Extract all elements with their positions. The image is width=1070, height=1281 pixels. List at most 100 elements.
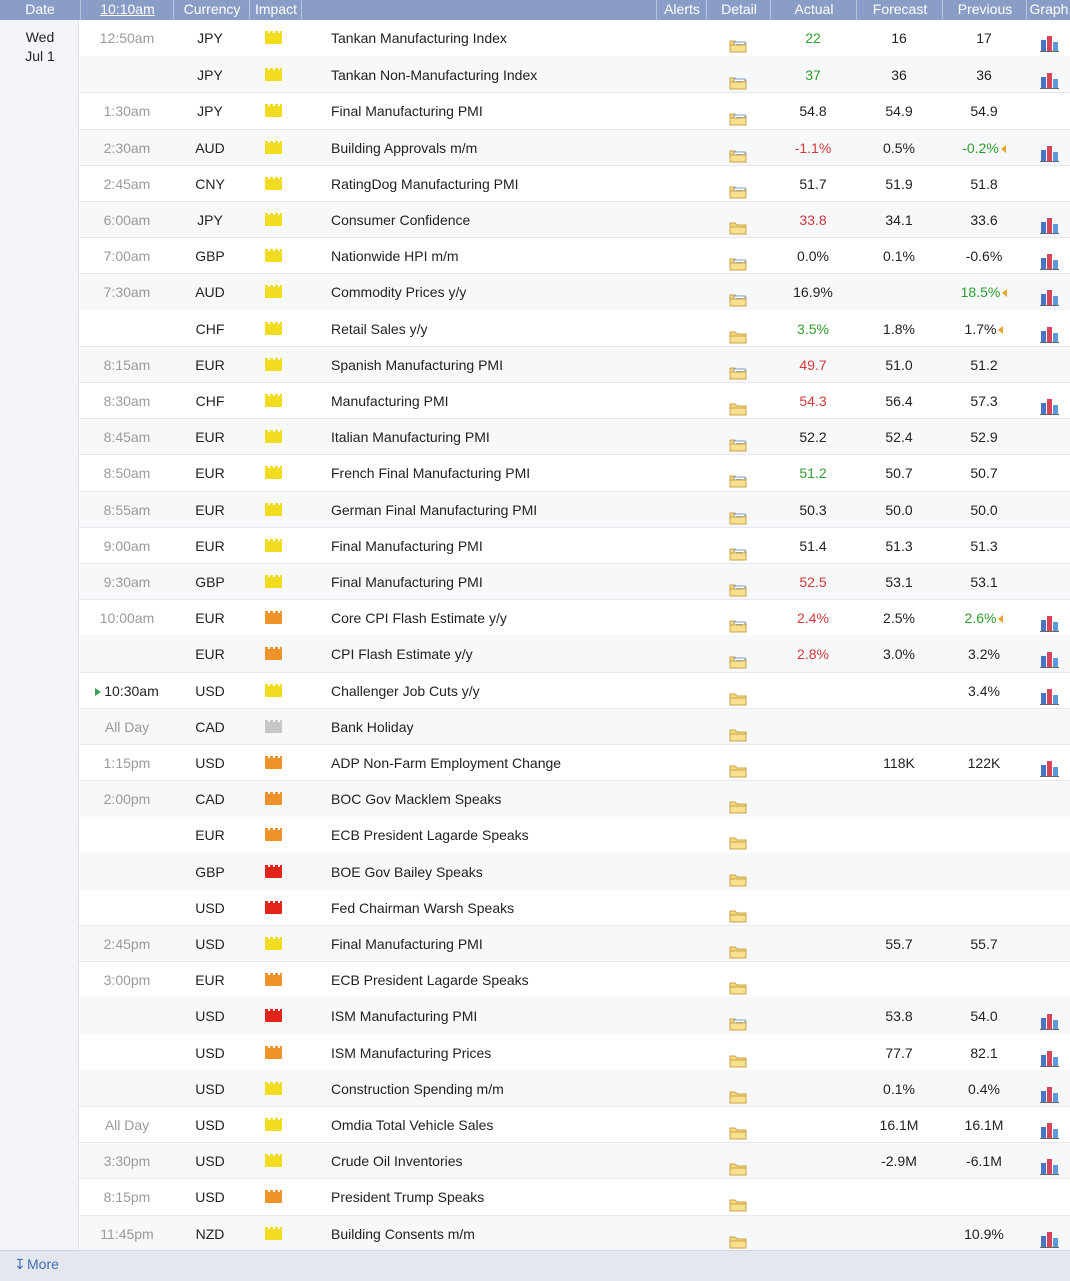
table-row[interactable]: 7:00am GBP Nationwide HPI m/m 0.0% 0.1% -0.6% — [79, 237, 1070, 274]
table-row[interactable]: CHF Retail Sales y/y 3.5% 1.8% 1.7% — [79, 310, 1070, 347]
more-link[interactable]: ↧More — [14, 1256, 59, 1273]
event-title[interactable]: Tankan Non-Manufacturing Index — [331, 57, 711, 93]
event-title[interactable]: Building Approvals m/m — [331, 130, 711, 166]
bar-chart-icon[interactable] — [1039, 247, 1059, 271]
event-title[interactable]: Final Manufacturing PMI — [331, 528, 711, 564]
bar-chart-icon[interactable] — [1039, 645, 1059, 669]
bar-chart-icon[interactable] — [1039, 1116, 1059, 1139]
header-detail[interactable]: Detail — [706, 0, 771, 20]
event-title[interactable]: ECB President Lagarde Speaks — [331, 817, 711, 853]
table-row[interactable]: EUR ECB President Lagarde Speaks — [79, 816, 1070, 853]
event-title[interactable]: French Final Manufacturing PMI — [331, 455, 711, 491]
folder-icon[interactable] — [729, 393, 747, 416]
table-row[interactable]: 8:45am EUR Italian Manufacturing PMI 52.2 52… — [79, 418, 1070, 456]
header-actual[interactable]: Actual — [770, 0, 857, 20]
table-row[interactable]: 1:30am JPY Final Manufacturing PMI 54.8 54.9… — [79, 92, 1070, 129]
folder-detail-icon[interactable] — [729, 67, 747, 90]
event-title[interactable]: ISM Manufacturing Prices — [331, 1035, 711, 1071]
event-title[interactable]: Nationwide HPI m/m — [331, 238, 711, 274]
event-title[interactable]: Retail Sales y/y — [331, 311, 711, 347]
folder-icon[interactable] — [729, 972, 747, 995]
bar-chart-icon[interactable] — [1039, 283, 1059, 307]
bar-chart-icon[interactable] — [1039, 66, 1059, 90]
table-row[interactable]: 2:00pm CAD BOC Gov Macklem Speaks — [79, 780, 1070, 818]
folder-detail-icon[interactable] — [729, 1008, 747, 1031]
folder-detail-icon[interactable] — [729, 103, 747, 126]
table-row[interactable]: 9:00am EUR Final Manufacturing PMI 51.4 51.3… — [79, 526, 1070, 564]
folder-icon[interactable] — [729, 1189, 747, 1212]
event-title[interactable]: Final Manufacturing PMI — [331, 564, 711, 600]
folder-detail-icon[interactable] — [729, 429, 747, 452]
table-row[interactable]: 10:00am EUR Core CPI Flash Estimate y/y 2.4… — [79, 599, 1070, 636]
folder-detail-icon[interactable] — [729, 502, 747, 525]
bar-chart-icon[interactable] — [1039, 1225, 1059, 1248]
bar-chart-icon[interactable] — [1039, 320, 1059, 343]
header-graph[interactable]: Graph — [1026, 0, 1070, 20]
table-row[interactable]: GBP BOE Gov Bailey Speaks — [79, 852, 1070, 890]
folder-icon[interactable] — [729, 1226, 747, 1249]
bar-chart-icon[interactable] — [1039, 609, 1059, 633]
table-row[interactable]: 8:15pm USD President Trump Speaks — [79, 1178, 1070, 1215]
folder-detail-icon[interactable] — [729, 357, 747, 380]
table-row[interactable]: JPY Tankan Non-Manufacturing Index 37 36 36 — [79, 56, 1070, 94]
event-title[interactable]: Construction Spending m/m — [331, 1071, 711, 1107]
folder-icon[interactable] — [729, 1045, 747, 1068]
folder-detail-icon[interactable] — [729, 610, 747, 633]
folder-detail-icon[interactable] — [729, 465, 747, 488]
table-row[interactable]: 8:55am EUR German Final Manufacturing PMI 5… — [79, 490, 1070, 528]
event-title[interactable]: Fed Chairman Warsh Speaks — [331, 890, 711, 926]
table-row[interactable]: 11:45pm NZD Building Consents m/m 10.9% — [79, 1214, 1070, 1252]
event-title[interactable]: BOE Gov Bailey Speaks — [331, 854, 711, 890]
folder-detail-icon[interactable] — [729, 30, 747, 53]
bar-chart-icon[interactable] — [1039, 1007, 1059, 1031]
folder-icon[interactable] — [729, 719, 747, 742]
folder-icon[interactable] — [729, 1081, 747, 1104]
bar-chart-icon[interactable] — [1039, 211, 1059, 234]
table-row[interactable]: 3:30pm USD Crude Oil Inventories -2.9M -6.1M — [79, 1142, 1070, 1180]
event-title[interactable]: Final Manufacturing PMI — [331, 926, 711, 962]
folder-icon[interactable] — [729, 900, 747, 923]
event-title[interactable]: German Final Manufacturing PMI — [331, 492, 711, 528]
bar-chart-icon[interactable] — [1039, 29, 1059, 52]
event-title[interactable]: Tankan Manufacturing Index — [331, 20, 711, 56]
table-row[interactable]: 2:30am AUD Building Approvals m/m -1.1% 0.5%… — [79, 128, 1070, 166]
folder-detail-icon[interactable] — [729, 284, 747, 307]
header-impact[interactable]: Impact — [249, 0, 302, 20]
event-title[interactable]: ECB President Lagarde Speaks — [331, 962, 711, 998]
bar-chart-icon[interactable] — [1039, 1044, 1059, 1067]
event-title[interactable]: ISM Manufacturing PMI — [331, 998, 711, 1034]
folder-detail-icon[interactable] — [729, 176, 747, 199]
bar-chart-icon[interactable] — [1039, 392, 1059, 415]
event-title[interactable]: Bank Holiday — [331, 709, 711, 745]
event-title[interactable]: BOC Gov Macklem Speaks — [331, 781, 711, 817]
header-current-time[interactable]: 10:10am — [80, 0, 174, 20]
folder-icon[interactable] — [729, 321, 747, 344]
folder-icon[interactable] — [729, 755, 747, 778]
bar-chart-icon[interactable] — [1039, 139, 1059, 162]
table-row[interactable]: 8:15am EUR Spanish Manufacturing PMI 49.7 51… — [79, 345, 1070, 383]
folder-icon[interactable] — [729, 827, 747, 850]
table-row[interactable]: 6:00am JPY Consumer Confidence 33.8 34.1 33.6 — [79, 201, 1070, 238]
table-row[interactable]: 2:45am CNY RatingDog Manufacturing PMI 51.7… — [79, 164, 1070, 202]
folder-icon[interactable] — [729, 1153, 747, 1176]
event-title[interactable]: RatingDog Manufacturing PMI — [331, 166, 711, 202]
table-row[interactable]: 12:50am JPY Tankan Manufacturing Index 22 16… — [79, 20, 1070, 56]
event-title[interactable]: Commodity Prices y/y — [331, 274, 711, 310]
table-row[interactable]: All Day CAD Bank Holiday — [79, 707, 1070, 745]
table-row[interactable]: 3:00pm EUR ECB President Lagarde Speaks — [79, 961, 1070, 998]
event-title[interactable]: Italian Manufacturing PMI — [331, 419, 711, 455]
folder-detail-icon[interactable] — [729, 646, 747, 669]
table-row[interactable]: 10:30am USD Challenger Job Cuts y/y 3.4% — [79, 671, 1070, 709]
event-title[interactable]: President Trump Speaks — [331, 1179, 711, 1215]
folder-detail-icon[interactable] — [729, 574, 747, 597]
table-row[interactable]: 9:30am GBP Final Manufacturing PMI 52.5 53.1… — [79, 563, 1070, 600]
folder-icon[interactable] — [729, 1117, 747, 1140]
folder-icon[interactable] — [729, 683, 747, 706]
table-row[interactable]: USD ISM Manufacturing Prices 77.7 82.1 — [79, 1034, 1070, 1071]
folder-icon[interactable] — [729, 936, 747, 959]
event-title[interactable]: CPI Flash Estimate y/y — [331, 636, 711, 672]
table-row[interactable]: 2:45pm USD Final Manufacturing PMI 55.7 55.7 — [79, 925, 1070, 962]
event-title[interactable]: ADP Non-Farm Employment Change — [331, 745, 711, 781]
event-title[interactable]: Omdia Total Vehicle Sales — [331, 1107, 711, 1143]
table-row[interactable]: USD Fed Chairman Warsh Speaks — [79, 889, 1070, 926]
